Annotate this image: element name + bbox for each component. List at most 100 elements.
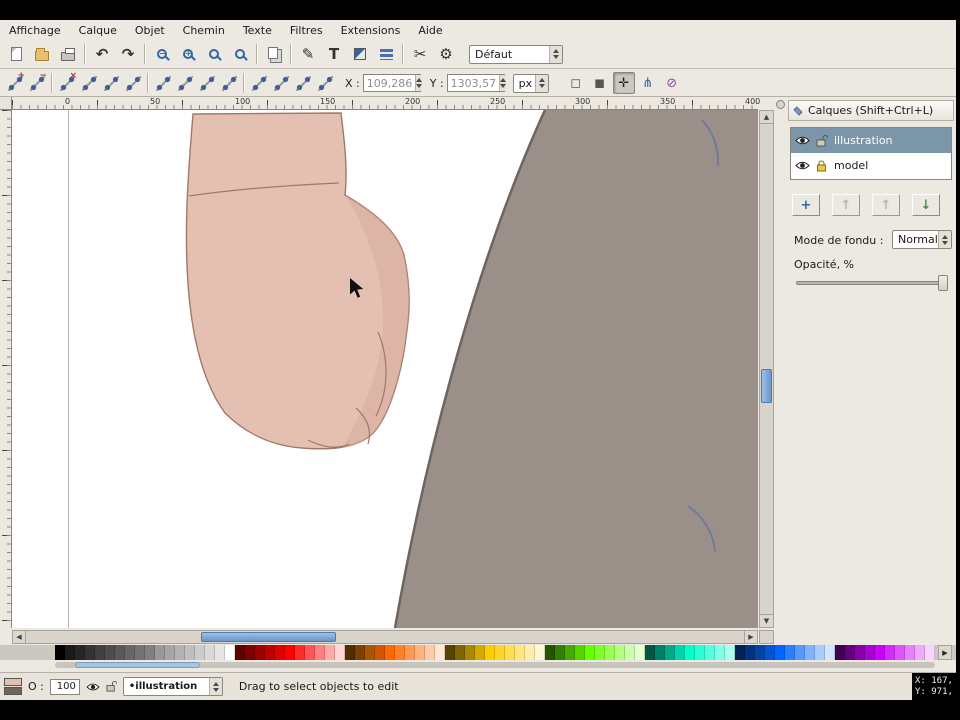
blend-mode-combo[interactable]: Normal (892, 230, 952, 249)
palette-swatch[interactable] (575, 645, 585, 660)
palette-swatch[interactable] (505, 645, 515, 660)
edit-mask-toggle[interactable]: ◼ (589, 72, 611, 94)
palette-swatch[interactable] (365, 645, 375, 660)
palette-swatch[interactable] (195, 645, 205, 660)
palette-swatch[interactable] (705, 645, 715, 660)
join-node-button[interactable] (78, 72, 100, 94)
layer-visibility-icon[interactable] (86, 682, 100, 692)
add-layer-button[interactable]: + (792, 194, 820, 216)
node-cusp-button[interactable] (152, 72, 174, 94)
palette-scrollbar[interactable] (55, 662, 935, 668)
palette-swatch[interactable] (435, 645, 445, 660)
palette-swatch[interactable] (285, 645, 295, 660)
palette-swatch[interactable] (835, 645, 845, 660)
palette-swatch[interactable] (95, 645, 105, 660)
combo-stepper-icon[interactable] (549, 46, 562, 63)
palette-swatch[interactable] (155, 645, 165, 660)
palette-swatch[interactable] (115, 645, 125, 660)
current-layer-combo[interactable]: •illustration (123, 677, 223, 696)
eye-icon[interactable] (795, 160, 810, 171)
palette-swatch[interactable] (425, 645, 435, 660)
palette-swatch[interactable] (805, 645, 815, 660)
palette-swatch[interactable] (745, 645, 755, 660)
palette-swatch[interactable] (475, 645, 485, 660)
layer-combo-stepper-icon[interactable] (209, 678, 222, 695)
line-to-curve-button[interactable] (248, 72, 270, 94)
palette-swatch[interactable] (615, 645, 625, 660)
curve-to-line-button[interactable] (270, 72, 292, 94)
palette-swatch[interactable] (585, 645, 595, 660)
node-smooth-button[interactable] (174, 72, 196, 94)
cut-button[interactable]: ✂ (407, 42, 433, 67)
palette-swatch[interactable] (205, 645, 215, 660)
palette-swatch[interactable] (555, 645, 565, 660)
palette-swatch[interactable] (185, 645, 195, 660)
y-coordinate-input[interactable]: 1303,57 (447, 74, 505, 92)
palette-swatch[interactable] (765, 645, 775, 660)
palette-swatch[interactable] (55, 645, 65, 660)
vertical-scrollbar[interactable]: ▲ ▼ (759, 110, 774, 628)
preferences-button[interactable]: ⚙ (433, 42, 459, 67)
layer-row-illustration[interactable]: illustration (791, 128, 951, 153)
palette-swatch[interactable] (725, 645, 735, 660)
palette-swatch[interactable] (535, 645, 545, 660)
text-dialog-button[interactable]: T (321, 42, 347, 67)
palette-swatch[interactable] (75, 645, 85, 660)
palette-swatch[interactable] (875, 645, 885, 660)
palette-swatch[interactable] (845, 645, 855, 660)
node-symmetric-button[interactable] (196, 72, 218, 94)
palette-swatch[interactable] (625, 645, 635, 660)
new-document-button[interactable] (3, 42, 29, 67)
palette-swatch[interactable] (655, 645, 665, 660)
canvas-viewport[interactable] (12, 110, 758, 628)
layers-panel-titlebar[interactable]: Calques (Shift+Ctrl+L) (788, 100, 954, 121)
lock-open-icon[interactable] (816, 135, 828, 147)
palette-swatch[interactable] (335, 645, 345, 660)
blend-stepper-icon[interactable] (938, 231, 951, 248)
menu-item-texte[interactable]: Texte (234, 21, 281, 40)
palette-scroll-icon[interactable]: ▶ (938, 645, 952, 660)
scroll-up-icon[interactable]: ▲ (760, 111, 773, 124)
show-transform-handles-toggle[interactable]: ✛ (613, 72, 635, 94)
palette-swatch[interactable] (885, 645, 895, 660)
fill-stroke-dialog-button[interactable] (347, 42, 373, 67)
scroll-left-icon[interactable]: ◀ (13, 631, 26, 643)
stroke-to-path-button[interactable] (314, 72, 336, 94)
scroll-down-icon[interactable]: ▼ (760, 614, 773, 627)
layer-row-model[interactable]: model (791, 153, 951, 178)
menu-item-chemin[interactable]: Chemin (174, 21, 234, 40)
palette-swatch[interactable] (685, 645, 695, 660)
palette-swatch[interactable] (245, 645, 255, 660)
palette-swatch[interactable] (165, 645, 175, 660)
palette-swatch[interactable] (565, 645, 575, 660)
horizontal-ruler[interactable]: 050100150200250300350400 (12, 97, 758, 110)
palette-scroll-thumb[interactable] (75, 662, 200, 668)
palette-swatch[interactable] (495, 645, 505, 660)
palette-swatch[interactable] (795, 645, 805, 660)
palette-swatch[interactable] (405, 645, 415, 660)
palette-swatch[interactable] (485, 645, 495, 660)
stroke-swatch[interactable] (4, 687, 22, 695)
show-bezier-handles-toggle[interactable]: ⋔ (637, 72, 659, 94)
palette-swatch[interactable] (465, 645, 475, 660)
join-with-segment-button[interactable] (100, 72, 122, 94)
palette-swatch[interactable] (225, 645, 235, 660)
palette-swatch[interactable] (415, 645, 425, 660)
palette-swatch[interactable] (515, 645, 525, 660)
print-button[interactable] (55, 42, 81, 67)
opacity-slider-thumb[interactable] (938, 275, 948, 291)
menu-item-calque[interactable]: Calque (70, 21, 126, 40)
palette-swatch[interactable] (695, 645, 705, 660)
palette-swatch[interactable] (295, 645, 305, 660)
palette-swatch[interactable] (345, 645, 355, 660)
palette-swatch[interactable] (915, 645, 925, 660)
palette-swatch[interactable] (235, 645, 245, 660)
y-stepper-icon[interactable] (499, 75, 506, 91)
palette-swatch[interactable] (445, 645, 455, 660)
zoom-drawing-button[interactable] (201, 42, 227, 67)
palette-swatch[interactable] (525, 645, 535, 660)
palette-swatch[interactable] (855, 645, 865, 660)
insert-node-button[interactable]: + (4, 72, 26, 94)
palette-swatch[interactable] (265, 645, 275, 660)
palette-swatch[interactable] (665, 645, 675, 660)
